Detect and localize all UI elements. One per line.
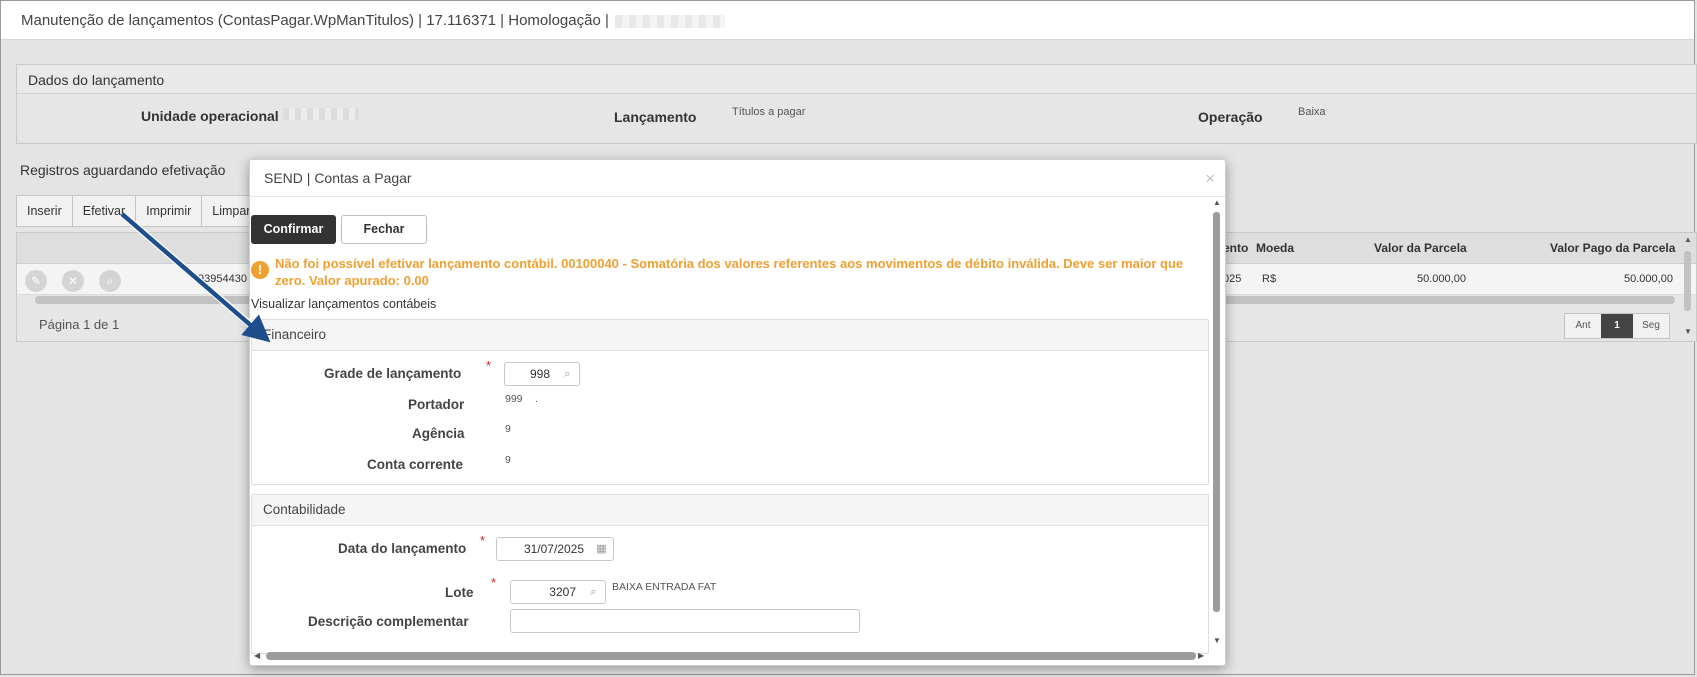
annotation-arrow <box>119 211 271 343</box>
